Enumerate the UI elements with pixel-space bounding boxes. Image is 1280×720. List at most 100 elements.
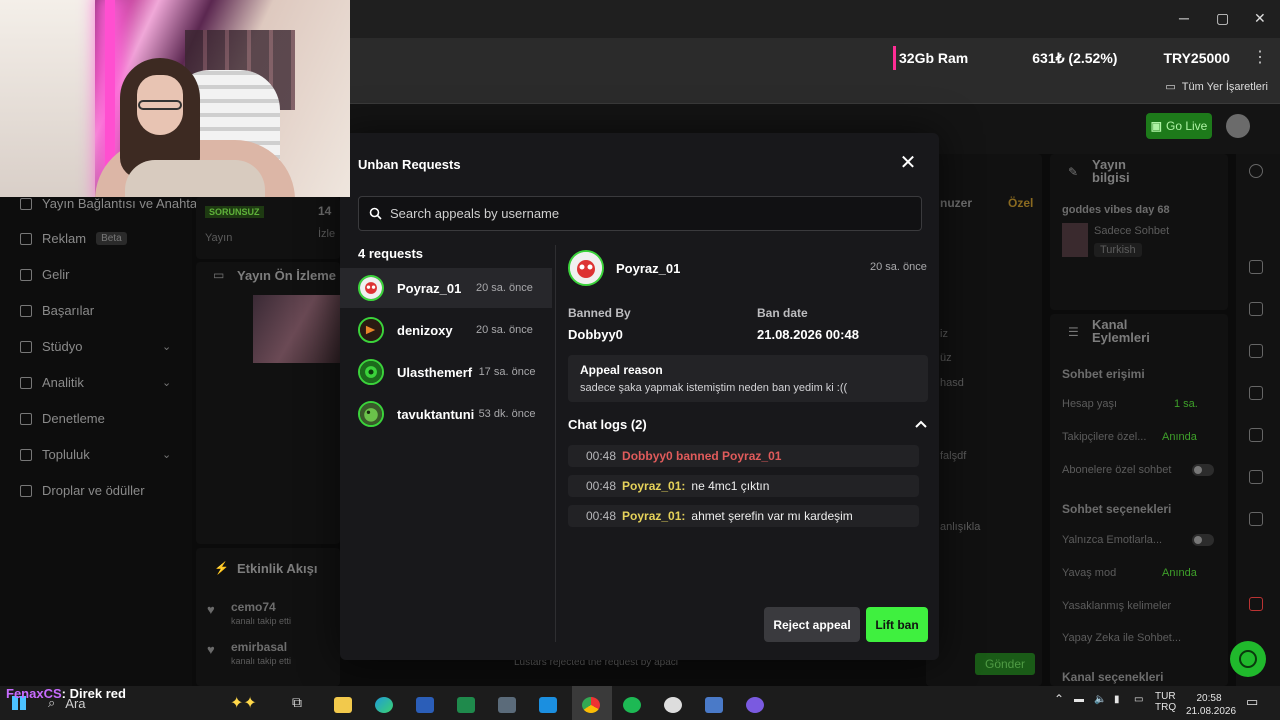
word-icon[interactable]: [416, 697, 434, 713]
preview-thumbnail: [253, 295, 340, 363]
lift-ban-button[interactable]: Lift ban: [866, 607, 928, 642]
appeal-reason-label: Appeal reason: [580, 363, 663, 377]
chevron-down-icon[interactable]: ⌄: [162, 340, 171, 353]
chat-fragment: iz: [940, 328, 948, 340]
minimize-icon[interactable]: ─: [1179, 10, 1189, 26]
chat-tab[interactable]: Özel: [1008, 196, 1033, 210]
list-icon[interactable]: [1249, 344, 1263, 358]
sidebar-item-drops[interactable]: Droplar ve ödüller: [20, 483, 145, 498]
app-icon[interactable]: [746, 697, 764, 713]
banned-words-label[interactable]: Yasaklanmış kelimeler: [1062, 600, 1171, 612]
code-icon[interactable]: [1249, 428, 1263, 442]
task-view-icon[interactable]: ⧉: [292, 694, 302, 711]
emotes-only-toggle[interactable]: [1192, 534, 1214, 546]
sidebar-item-community[interactable]: Topluluk: [20, 447, 90, 462]
sidebar-item-stream-key[interactable]: Yayın Bağlantısı ve Anahtarı: [20, 196, 205, 211]
reject-appeal-button[interactable]: Reject appeal: [764, 607, 860, 642]
activity-user: emirbasal: [231, 640, 288, 654]
lightning-icon[interactable]: [1249, 302, 1263, 316]
subs-only-label: Abonelere özel sohbet: [1062, 464, 1172, 476]
obs-icon[interactable]: [664, 697, 682, 713]
community-icon: [20, 448, 32, 461]
sidebar-item-achievements[interactable]: Başarılar: [20, 303, 94, 318]
menu-dots-icon[interactable]: ⋮: [1252, 47, 1268, 67]
layers-icon[interactable]: [1249, 470, 1263, 484]
chrome-icon[interactable]: [582, 697, 600, 713]
chat-fragment: hasd: [940, 377, 964, 389]
request-item[interactable]: denizoxy 20 sa. önce: [340, 310, 552, 350]
language-indicator[interactable]: TUR TRQ: [1155, 691, 1176, 713]
chat-user: nuzer: [940, 196, 973, 210]
chat-log-row: 00:48 Poyraz_01: ne 4mc1 çıktın: [568, 475, 919, 497]
sparkle-icon[interactable]: ✦✦: [230, 693, 257, 713]
divider: [555, 245, 556, 642]
sidebar-item-analytics[interactable]: Analitik: [20, 375, 84, 390]
send-button[interactable]: Gönder: [975, 653, 1035, 675]
status-badge: SORUNSUZ: [205, 206, 264, 218]
chevron-down-icon[interactable]: ⌄: [162, 448, 171, 461]
calculator-icon[interactable]: [498, 697, 516, 713]
app-icon[interactable]: [705, 697, 723, 713]
chat-logs-heading: Chat logs (2): [568, 417, 647, 432]
request-item[interactable]: tavuktantuni 53 dk. önce: [340, 394, 552, 434]
go-live-button[interactable]: ▣ Go Live: [1146, 113, 1212, 139]
file-explorer-icon[interactable]: [334, 697, 352, 713]
panel-icon[interactable]: [1249, 260, 1263, 274]
sidebar-item-moderation[interactable]: Denetleme: [20, 411, 105, 426]
clock[interactable]: 20:58 21.08.2026: [1186, 692, 1236, 718]
tray-chevron-icon[interactable]: ⌃: [1054, 692, 1064, 706]
channel-actions-title: Kanal Eylemleri: [1092, 317, 1150, 345]
banned-by-label: Banned By: [568, 306, 631, 320]
volume-icon[interactable]: 🔈: [1094, 694, 1106, 705]
overlay-username: FenaxCS: [6, 686, 62, 701]
sidebar-item-studio[interactable]: Stüdyo: [20, 339, 82, 354]
maximize-icon[interactable]: ▢: [1216, 10, 1229, 27]
sidebar-item-ads[interactable]: Reklam Beta: [20, 231, 127, 246]
support-chat-button[interactable]: [1230, 641, 1266, 677]
search-input[interactable]: [390, 206, 890, 221]
appeal-reason-box: Appeal reason sadece şaka yapmak istemiş…: [568, 355, 928, 402]
settings-icon[interactable]: [1249, 597, 1263, 611]
chevron-down-icon[interactable]: ⌄: [162, 376, 171, 389]
request-item[interactable]: Poyraz_01 20 sa. önce: [340, 268, 552, 308]
ai-chat-label[interactable]: Yapay Zeka ile Sohbet...: [1062, 632, 1181, 644]
slow-mode-label[interactable]: Yavaş mod: [1062, 567, 1116, 579]
excel-icon[interactable]: [457, 697, 475, 713]
log-time: 00:48: [586, 479, 617, 493]
log-message: ne 4mc1 çıktın: [691, 479, 770, 493]
sidebar-item-revenue[interactable]: Gelir: [20, 267, 69, 282]
account-age-label[interactable]: Hesap yaşı: [1062, 398, 1117, 410]
chat-icon[interactable]: [1249, 386, 1263, 400]
close-window-icon[interactable]: ✕: [1254, 10, 1266, 27]
ticker-goal: TRY25000: [1163, 50, 1230, 66]
overlay-message: : Direk red: [61, 686, 126, 701]
account-age-value: 1 sa.: [1174, 398, 1198, 410]
chevron-up-icon[interactable]: [914, 417, 928, 431]
network-icon[interactable]: ▭: [1134, 694, 1143, 705]
emotes-only-label: Yalnızca Emotlarla...: [1062, 534, 1163, 546]
all-bookmarks[interactable]: ▭ Tüm Yer İşaretleri: [1165, 80, 1268, 94]
followers-only-label[interactable]: Takipçilere özel...: [1062, 431, 1146, 443]
close-icon[interactable]: ✕: [898, 153, 918, 173]
wrench-icon[interactable]: [1249, 512, 1263, 526]
chart-icon: [20, 376, 32, 389]
profile-avatar[interactable]: [1226, 114, 1250, 138]
stats-ticker: 32Gb Ram 631₺ (2.52%) TRY25000: [893, 46, 1243, 70]
edge-icon[interactable]: [375, 697, 393, 713]
chat-fragment: üz: [940, 352, 952, 364]
info-icon[interactable]: [1249, 164, 1263, 178]
chat-fragment: falşdf: [940, 450, 967, 462]
spotify-icon[interactable]: [623, 697, 641, 713]
request-username: Poyraz_01: [397, 280, 462, 296]
avatar: [358, 275, 384, 301]
log-username: Poyraz_01:: [622, 479, 686, 493]
store-icon[interactable]: [539, 697, 557, 713]
request-item[interactable]: Ulasthemerf 17 sa. önce: [340, 352, 552, 392]
stream-info-title: Yayın bilgisi: [1092, 157, 1130, 185]
search-field[interactable]: [358, 196, 922, 231]
detail-time: 20 sa. önce: [870, 261, 927, 273]
chat-options-heading: Sohbet seçenekleri: [1062, 502, 1172, 516]
subs-only-toggle[interactable]: [1192, 464, 1214, 476]
followers-only-value: Anında: [1162, 431, 1197, 443]
notification-icon[interactable]: ▭: [1246, 694, 1258, 710]
